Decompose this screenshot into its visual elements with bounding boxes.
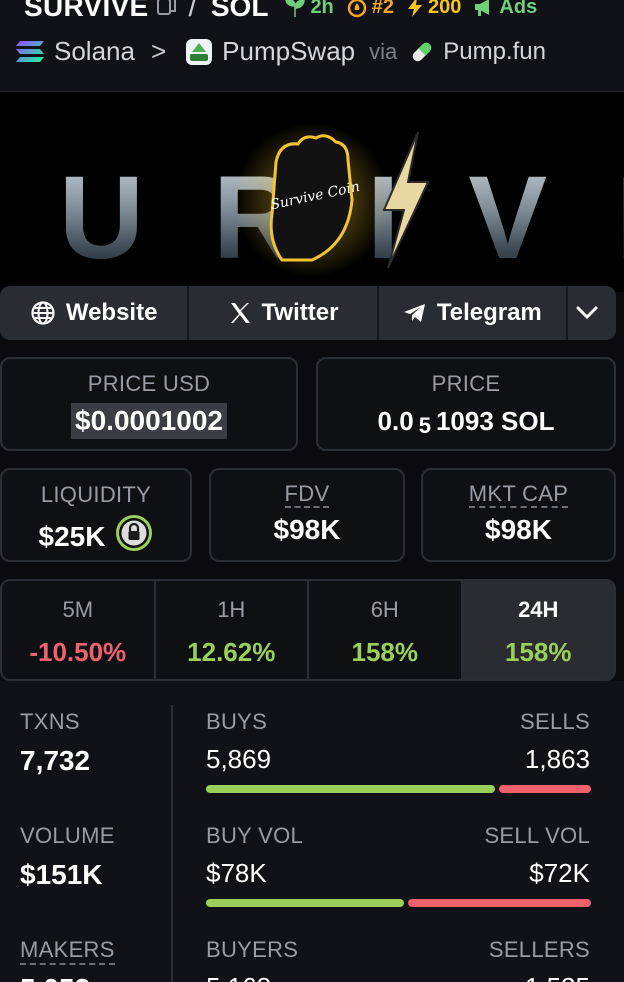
buy-vol-bar [206,899,404,907]
price-usd-card: PRICE USD $0.0001002 [0,357,298,451]
fdv-label[interactable]: FDV [284,482,330,508]
txns-value: 7,732 [20,745,91,776]
change-1h: 12.62% [187,637,276,667]
pair-quote-symbol: SOL [210,0,269,22]
tab-24h[interactable]: 24H 158% [462,581,614,679]
lock-icon[interactable] [115,514,153,559]
tab-5m[interactable]: 5M -10.50% [2,581,156,679]
boost-count[interactable]: 200 [406,0,461,19]
price-usd-value[interactable]: $0.0001002 [71,403,227,439]
chain-name[interactable]: Solana [54,36,135,67]
sells-value: 1,863 [524,744,590,774]
breadcrumb: Solana > PumpSwap via Pump.fun [14,36,546,67]
price-native-card: PRICE 0.0 5 1093 SOL [316,357,616,451]
sell-vol-label: SELL VOL [484,823,590,848]
makers-row: MAKERS 5,052 BUYERS 5,168 SELLERS 1,535 [0,909,624,982]
sellers-label: SELLERS [488,937,590,962]
globe-icon [31,301,55,325]
megaphone-icon [475,0,490,16]
website-button[interactable]: Website [0,286,190,340]
more-links-dropdown[interactable] [568,286,616,340]
solana-icon [14,39,46,65]
volume-row: VOLUME $151K BUY VOL $78K SELL VOL $72K [0,795,624,907]
change-6h: 158% [351,637,419,667]
market-cap-label[interactable]: MKT CAP [468,482,569,508]
makers-label[interactable]: MAKERS [20,937,115,965]
pill-icon [409,39,435,65]
buyers-label: BUYERS [206,937,299,962]
trade-stats: TXNS 7,732 BUYS 5,869 SELLS 1,863 VOLUME… [0,681,624,982]
buys-bar [206,785,495,793]
pumpswap-icon [184,37,214,67]
fdv-value: $98K [273,514,341,545]
buys-label: BUYS [206,709,268,734]
market-cap-value: $98K [485,514,552,545]
change-24h: 158% [505,637,572,667]
telegram-icon [403,304,425,322]
change-5m: -10.50% [29,637,127,667]
volume-value: $151K [20,859,103,890]
sellers-value: 1,535 [525,972,590,982]
via-label: via [369,38,398,64]
sell-vol-bar [408,899,591,907]
pair-header: SURVIVE / SOL 2h #2 200 Ads Solana > Pum… [0,0,624,92]
sells-bar [499,785,591,793]
trending-rank[interactable]: #2 [346,0,394,19]
txns-label: TXNS [20,709,80,734]
x-logo-icon [230,303,250,323]
launchpad-name[interactable]: Pump.fun [443,38,546,66]
tab-1h[interactable]: 1H 12.62% [156,581,309,679]
pair-separator: / [188,0,197,23]
social-links: Website Twitter Telegram [0,286,616,340]
buy-vol-label: BUY VOL [206,823,304,848]
token-banner: S U R I V E Survive Coin [0,92,624,292]
telegram-button[interactable]: Telegram [379,286,568,340]
chevron-down-icon [576,306,598,320]
volume-label: VOLUME [20,823,115,848]
liquidity-value: $25K [38,520,106,552]
buy-vol-value: $78K [206,858,267,888]
pair-base-symbol: SURVIVE [24,0,149,22]
title-row: SURVIVE / SOL 2h #2 200 Ads [24,0,549,24]
fdv-card: FDV $98K [209,468,405,562]
price-native-label: PRICE [431,371,501,396]
sprout-icon [285,0,306,17]
dex-name[interactable]: PumpSwap [222,36,355,67]
liquidity-card: LIQUIDITY $25K [0,468,192,562]
tab-6h[interactable]: 6H 158% [309,581,463,679]
ads-badge[interactable]: Ads [473,0,537,19]
twitter-button[interactable]: Twitter [189,286,379,340]
txns-row: TXNS 7,732 BUYS 5,869 SELLS 1,863 [0,681,624,793]
copy-icon[interactable] [156,0,177,21]
buys-value: 5,869 [206,744,272,774]
pair-age: 2h [284,0,334,19]
liquidity-label: LIQUIDITY [40,482,152,507]
lightning-icon [408,0,423,17]
market-cap-card: MKT CAP $98K [421,468,616,562]
buyers-value: 5,168 [206,972,271,982]
sells-label: SELLS [520,709,590,734]
sell-vol-value: $72K [529,858,590,888]
price-native-value: 0.0 5 1093 SOL [377,405,555,439]
breadcrumb-chevron: > [150,36,167,66]
fire-icon [347,0,367,18]
price-usd-label: PRICE USD [87,371,211,396]
makers-value: 5,052 [20,973,90,982]
timeframe-tabs: 5M -10.50% 1H 12.62% 6H 158% 24H 158% [0,579,616,681]
